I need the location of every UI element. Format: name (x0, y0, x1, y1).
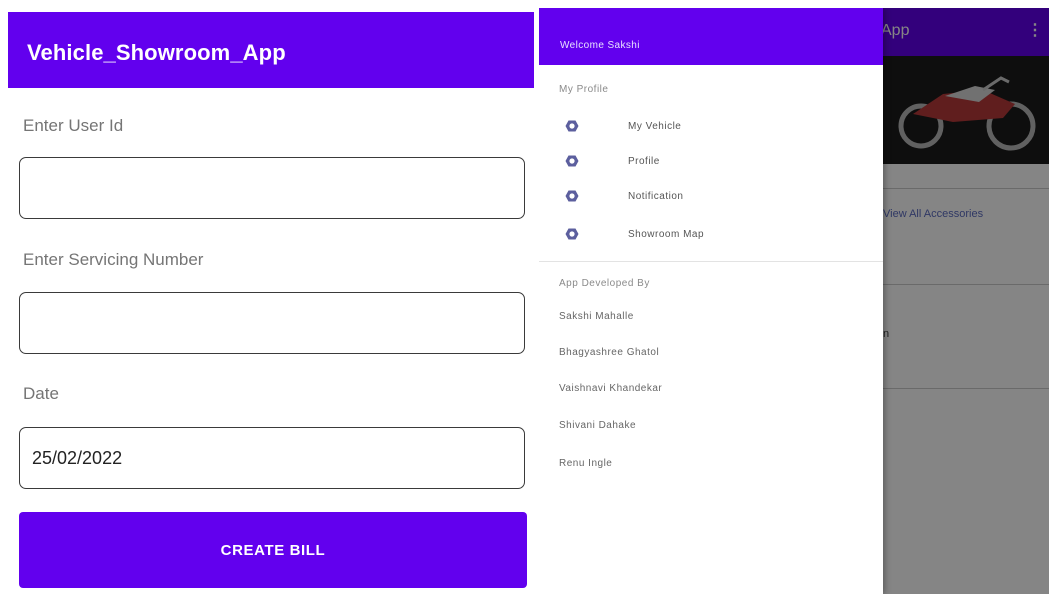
servicing-number-label: Enter Servicing Number (23, 250, 204, 269)
developer-name: Shivani Dahake (559, 420, 637, 431)
menu-item-my-vehicle[interactable]: My Vehicle (539, 112, 883, 142)
menu-item-profile[interactable]: Profile (539, 147, 883, 177)
welcome-text: Welcome Sakshi (560, 40, 640, 51)
profile-icon (565, 155, 579, 167)
app-bar: Vehicle_Showroom_App (8, 12, 534, 88)
developed-by-section-title: App Developed By (559, 278, 650, 289)
profile-icon (565, 190, 579, 202)
servicing-number-input[interactable] (19, 292, 525, 354)
create-bill-screen: Vehicle_Showroom_App Enter User Id Enter… (8, 12, 534, 594)
menu-item-label: Profile (628, 156, 660, 167)
menu-item-showroom-map[interactable]: Showroom Map (539, 220, 883, 250)
profile-icon (565, 228, 579, 240)
user-id-input[interactable] (19, 157, 525, 219)
menu-item-notification[interactable]: Notification (539, 182, 883, 212)
date-input[interactable] (19, 427, 525, 489)
drawer-screen: App ⋮ View All Accessories n Welcome Sak… (539, 8, 1049, 594)
developer-name: Sakshi Mahalle (559, 311, 634, 322)
my-profile-section-title: My Profile (559, 84, 609, 95)
profile-icon (565, 120, 579, 132)
drawer-header: Welcome Sakshi (539, 8, 883, 65)
menu-item-label: Showroom Map (628, 229, 705, 240)
developer-name: Renu Ingle (559, 458, 613, 469)
app-title: Vehicle_Showroom_App (27, 40, 286, 65)
navigation-drawer: Welcome Sakshi My Profile My Vehicle Pro… (539, 8, 883, 594)
create-bill-button[interactable]: CREATE BILL (19, 512, 527, 588)
developer-name: Bhagyashree Ghatol (559, 347, 660, 358)
date-label: Date (23, 384, 59, 403)
drawer-divider (539, 261, 883, 262)
developer-name: Vaishnavi Khandekar (559, 383, 663, 394)
menu-item-label: My Vehicle (628, 121, 682, 132)
menu-item-label: Notification (628, 191, 684, 202)
user-id-label: Enter User Id (23, 116, 124, 135)
